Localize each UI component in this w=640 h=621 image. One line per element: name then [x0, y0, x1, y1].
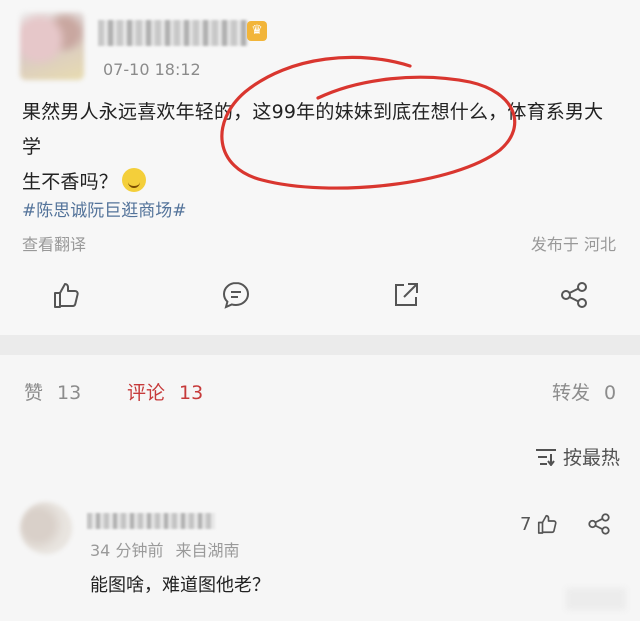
- post-content-line2: 生不香吗？: [22, 171, 119, 193]
- comment-meta: 34 分钟前 来自湖南: [90, 537, 239, 561]
- comment-time: 34 分钟前: [90, 541, 164, 560]
- post-time: 07-10 18:12: [103, 60, 201, 79]
- like-button[interactable]: [50, 279, 82, 311]
- reposts-label: 转发: [552, 382, 591, 404]
- forward-icon: [395, 283, 418, 306]
- tab-comments[interactable]: 评论 13: [127, 378, 203, 405]
- comment-like-count: 7: [520, 513, 532, 535]
- likes-count: 13: [57, 382, 82, 404]
- author-name-blurred[interactable]: [98, 20, 248, 46]
- author-avatar[interactable]: [20, 12, 84, 80]
- sort-icon: [535, 448, 556, 466]
- forward-button[interactable]: [390, 279, 422, 311]
- tab-likes[interactable]: 赞 13: [24, 378, 81, 405]
- commenter-name-blurred[interactable]: [87, 513, 215, 529]
- comment-icon: [222, 281, 250, 309]
- hashtag-link[interactable]: #陈思诚阮巨逛商场#: [22, 196, 187, 221]
- translate-link[interactable]: 查看翻译: [22, 231, 86, 255]
- tab-reposts[interactable]: 转发 0: [552, 378, 616, 405]
- comment-like-button[interactable]: 7: [520, 512, 559, 536]
- post-location: 发布于 河北: [530, 235, 616, 254]
- post-card: ♛ 07-10 18:12 果然男人永远喜欢年轻的，这99年的妹妹到底在想什么，…: [0, 0, 640, 335]
- commenter-avatar[interactable]: [20, 502, 72, 554]
- comment-text: 能图啥，难道图他老？: [90, 575, 270, 596]
- like-icon: [538, 514, 558, 534]
- post-content-line1: 果然男人永远喜欢年轻的，这99年的妹妹到底在想什么，体育系男大学: [22, 101, 604, 158]
- crown-badge-icon: ♛: [247, 21, 267, 41]
- comment-source: 来自湖南: [175, 541, 240, 560]
- share-icon: [588, 513, 610, 535]
- comment-button[interactable]: [220, 279, 252, 311]
- crying-face-icon: [122, 168, 147, 192]
- comments-count: 13: [179, 382, 204, 404]
- likes-label: 赞: [24, 382, 44, 404]
- reposts-count: 0: [604, 382, 617, 404]
- sort-hot-button[interactable]: 按最热: [535, 443, 620, 470]
- share-button[interactable]: [558, 279, 590, 311]
- post-content: 果然男人永远喜欢年轻的，这99年的妹妹到底在想什么，体育系男大学 生不香吗？: [22, 95, 622, 200]
- section-divider: [0, 335, 640, 355]
- like-icon: [54, 283, 79, 308]
- share-icon: [561, 282, 587, 308]
- comment-share-button[interactable]: [586, 511, 612, 541]
- comments-label: 评论: [127, 382, 166, 404]
- blurred-smudge: [566, 588, 626, 610]
- sort-label: 按最热: [562, 447, 620, 469]
